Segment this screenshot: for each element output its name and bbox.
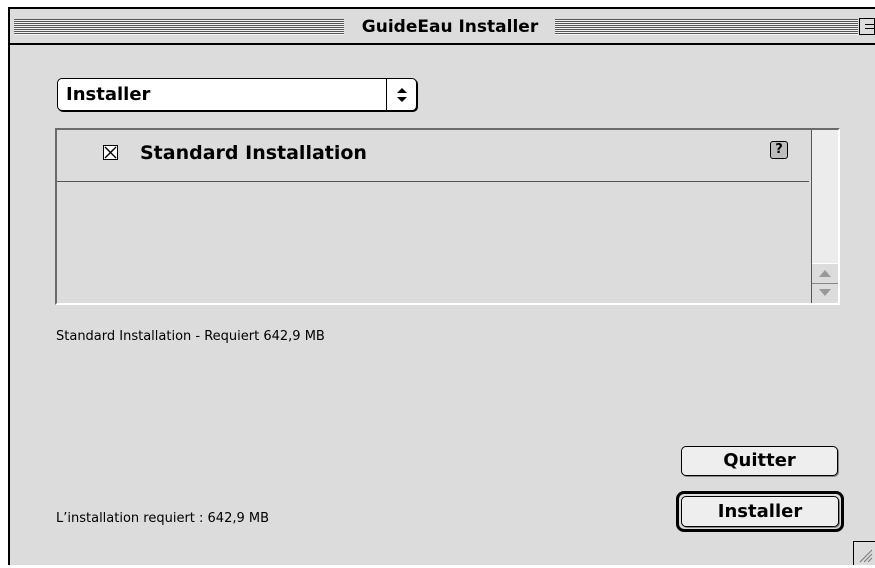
title-stripes-left: [14, 19, 344, 35]
title-stripes-right: [555, 19, 858, 35]
list-scrollbar[interactable]: [811, 130, 838, 303]
checkmark-x-icon: [104, 146, 117, 159]
scroll-up-button[interactable]: [812, 263, 838, 283]
install-button[interactable]: Installer: [681, 496, 839, 527]
window-title: GuideEau Installer: [349, 17, 551, 37]
disk-requirement: L’installation requiert : 642,9 MB: [56, 511, 270, 526]
scroll-down-button[interactable]: [812, 283, 838, 303]
resize-grip-icon[interactable]: [853, 541, 875, 565]
installer-window: GuideEau Installer Installer Standard In…: [8, 7, 875, 565]
install-type-popup[interactable]: Installer: [57, 78, 417, 111]
arrow-down-icon: [819, 289, 831, 296]
title-bar[interactable]: GuideEau Installer: [10, 9, 875, 45]
list-item-label: Standard Installation: [140, 142, 367, 164]
install-options-list: Standard Installation ?: [55, 128, 840, 305]
standard-install-checkbox[interactable]: [103, 145, 118, 160]
collapse-box-icon[interactable]: [859, 18, 875, 35]
arrow-up-icon: [819, 270, 831, 277]
help-icon[interactable]: ?: [770, 141, 788, 159]
quit-button[interactable]: Quitter: [681, 446, 838, 476]
popup-selected-label: Installer: [66, 84, 151, 105]
option-description: Standard Installation - Requiert 642,9 M…: [56, 329, 325, 344]
list-item[interactable]: Standard Installation ?: [57, 130, 809, 182]
updown-arrows-icon: [386, 79, 416, 110]
